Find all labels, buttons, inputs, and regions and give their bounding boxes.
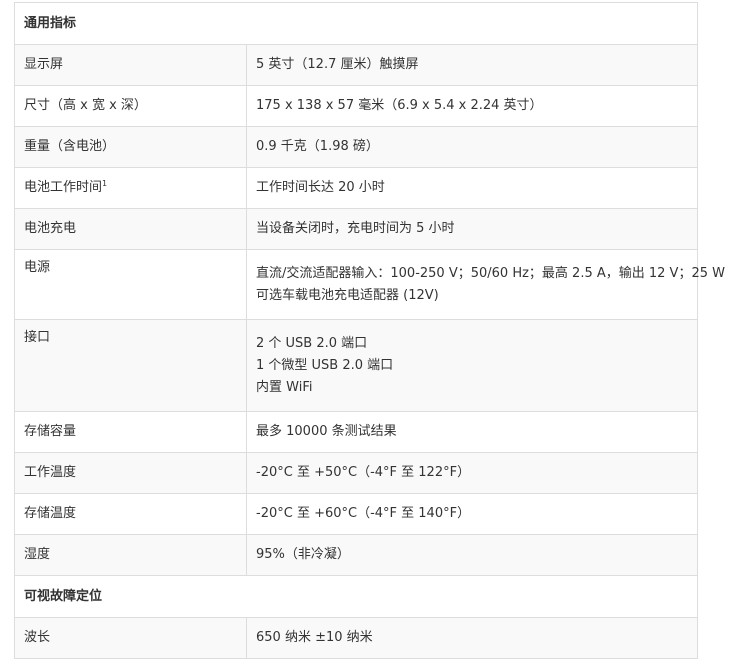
value-line: 1 个微型 USB 2.0 端口 <box>256 357 394 373</box>
row-value: 95%（非冷凝） <box>245 534 699 576</box>
table-row: 波长 650 纳米 ±10 纳米 <box>14 617 699 659</box>
row-label: 存储容量 <box>14 411 247 453</box>
table-row: 电池充电 当设备关闭时，充电时间为 5 小时 <box>14 208 699 250</box>
spec-table: 通用指标 显示屏 5 英寸（12.7 厘米）触摸屏 尺寸（高 x 宽 x 深） … <box>13 2 725 659</box>
table-row: 接口 2 个 USB 2.0 端口 1 个微型 USB 2.0 端口 内置 Wi… <box>14 319 699 412</box>
section-header-general: 通用指标 <box>13 2 699 45</box>
row-value: -20°C 至 +50°C（-4°F 至 122°F） <box>245 452 699 494</box>
value-line: 直流/交流适配器输入：100-250 V；50/60 Hz；最高 2.5 A，输… <box>256 265 725 281</box>
value-line: -20°C 至 +60°C（-4°F 至 140°F） <box>256 506 471 521</box>
row-label: 存储温度 <box>14 493 247 535</box>
table-row: 存储温度 -20°C 至 +60°C（-4°F 至 140°F） <box>14 493 699 535</box>
table-row: 工作温度 -20°C 至 +50°C（-4°F 至 122°F） <box>14 452 699 494</box>
value-line: 当设备关闭时，充电时间为 5 小时 <box>256 221 455 236</box>
row-value: 5 英寸（12.7 厘米）触摸屏 <box>245 44 699 86</box>
row-label: 接口 <box>14 319 247 412</box>
table-row: 重量（含电池） 0.9 千克（1.98 磅） <box>14 126 699 168</box>
row-value: -20°C 至 +60°C（-4°F 至 140°F） <box>245 493 699 535</box>
value-line: -20°C 至 +50°C（-4°F 至 122°F） <box>256 465 471 480</box>
section-title: 可视故障定位 <box>13 575 699 618</box>
table-row: 尺寸（高 x 宽 x 深） 175 x 138 x 57 毫米（6.9 x 5.… <box>14 85 699 127</box>
row-label: 尺寸（高 x 宽 x 深） <box>14 85 247 127</box>
row-label-text: 电池工作时间 <box>24 180 103 195</box>
value-line: 5 英寸（12.7 厘米）触摸屏 <box>256 57 419 72</box>
row-label: 显示屏 <box>14 44 247 86</box>
row-label: 电池工作时间1 <box>14 167 247 209</box>
row-label: 电源 <box>14 249 247 320</box>
row-label: 重量（含电池） <box>14 126 247 168</box>
footnote-marker: 1 <box>102 179 108 188</box>
value-line: 650 纳米 ±10 纳米 <box>256 630 373 645</box>
value-line: 可选车载电池充电适配器 (12V) <box>256 287 439 303</box>
section-title: 通用指标 <box>13 2 699 45</box>
table-row: 存储容量 最多 10000 条测试结果 <box>14 411 699 453</box>
value-line: 175 x 138 x 57 毫米（6.9 x 5.4 x 2.24 英寸） <box>256 98 543 113</box>
row-value: 650 纳米 ±10 纳米 <box>245 617 699 659</box>
row-value: 最多 10000 条测试结果 <box>245 411 699 453</box>
row-value: 2 个 USB 2.0 端口 1 个微型 USB 2.0 端口 内置 WiFi <box>245 319 699 412</box>
row-value: 工作时间长达 20 小时 <box>245 167 699 209</box>
row-value: 当设备关闭时，充电时间为 5 小时 <box>245 208 699 250</box>
row-value: 0.9 千克（1.98 磅） <box>245 126 699 168</box>
row-label: 工作温度 <box>14 452 247 494</box>
table-row: 电源 直流/交流适配器输入：100-250 V；50/60 Hz；最高 2.5 … <box>14 249 725 320</box>
value-line: 2 个 USB 2.0 端口 <box>256 335 368 351</box>
value-line: 0.9 千克（1.98 磅） <box>256 139 379 154</box>
table-row: 湿度 95%（非冷凝） <box>14 534 699 576</box>
value-line: 最多 10000 条测试结果 <box>256 424 397 439</box>
row-label: 湿度 <box>14 534 247 576</box>
value-line: 内置 WiFi <box>256 379 313 395</box>
row-value: 175 x 138 x 57 毫米（6.9 x 5.4 x 2.24 英寸） <box>245 85 699 127</box>
row-label: 波长 <box>14 617 247 659</box>
table-row: 电池工作时间1 工作时间长达 20 小时 <box>14 167 699 209</box>
section-header-vfl: 可视故障定位 <box>13 575 699 618</box>
value-line: 工作时间长达 20 小时 <box>256 180 385 195</box>
row-value: 直流/交流适配器输入：100-250 V；50/60 Hz；最高 2.5 A，输… <box>245 249 725 320</box>
table-row: 显示屏 5 英寸（12.7 厘米）触摸屏 <box>14 44 699 86</box>
value-line: 95%（非冷凝） <box>256 547 350 562</box>
row-label: 电池充电 <box>14 208 247 250</box>
